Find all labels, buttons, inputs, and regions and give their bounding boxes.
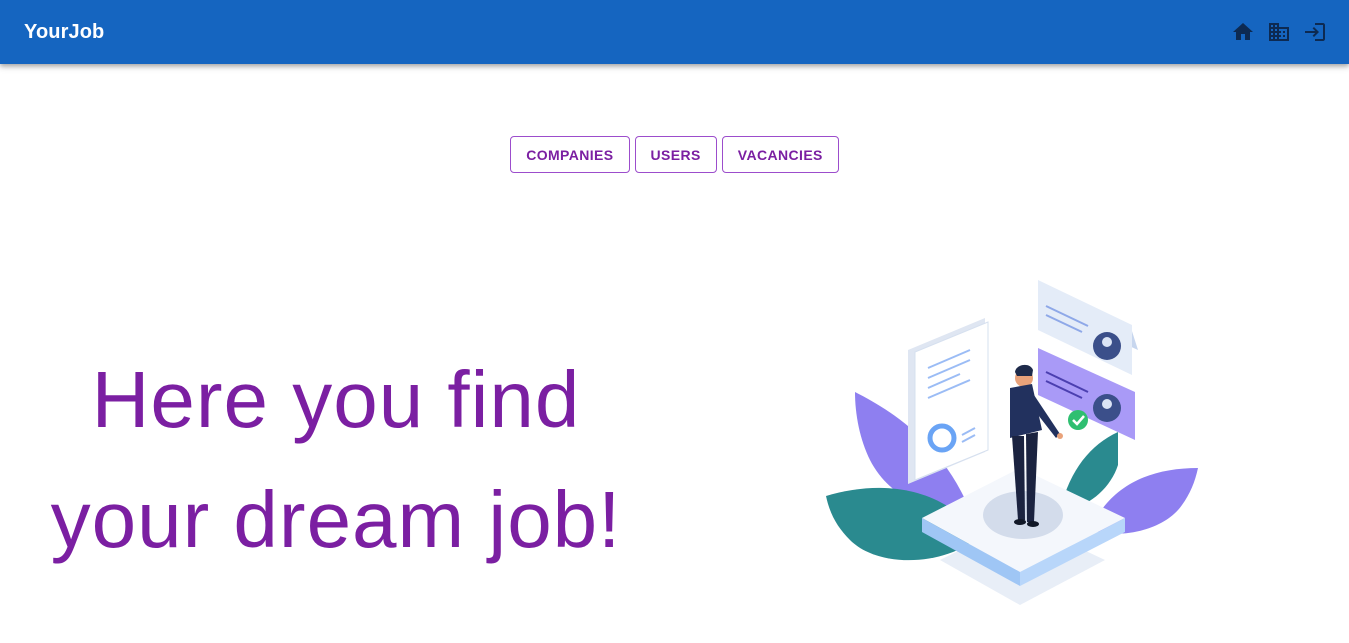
companies-button[interactable]: COMPANIES [510, 136, 630, 173]
hero-line-1: Here you find [91, 355, 581, 444]
users-button[interactable]: USERS [634, 136, 717, 173]
brand-title[interactable]: YourJob [24, 20, 104, 44]
hero-heading: Here you find your dream job! [20, 340, 652, 580]
job-search-illustration [820, 270, 1205, 635]
appbar-actions [1231, 20, 1327, 44]
login-icon[interactable] [1303, 20, 1327, 44]
home-icon[interactable] [1231, 20, 1255, 44]
business-icon[interactable] [1267, 20, 1291, 44]
app-bar: YourJob [0, 0, 1349, 64]
section-buttons: COMPANIES USERS VACANCIES [0, 136, 1349, 173]
hero-line-2: your dream job! [50, 475, 622, 564]
vacancies-button[interactable]: VACANCIES [721, 136, 839, 173]
